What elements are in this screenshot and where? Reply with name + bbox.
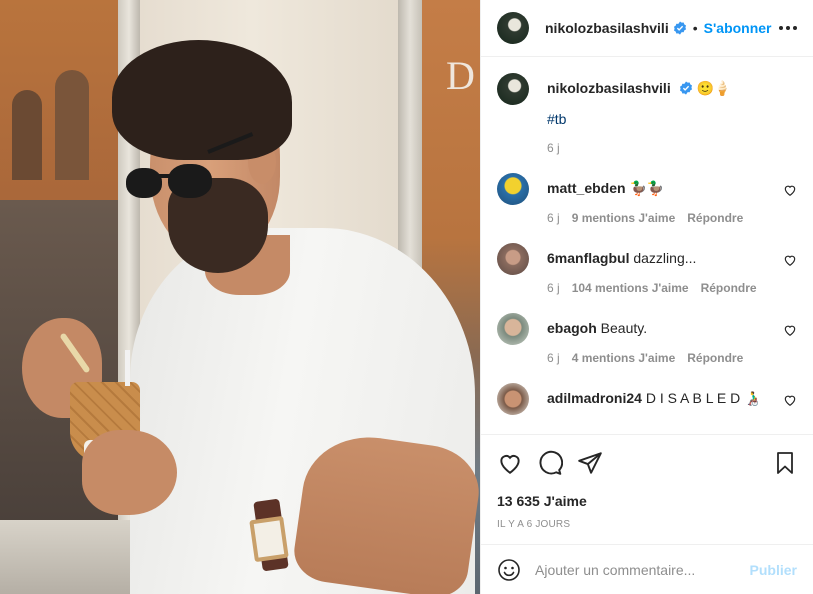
- comment-item: 6manflagbul dazzling... 6 j 104 mentions…: [497, 243, 797, 295]
- more-options-icon[interactable]: [779, 20, 797, 36]
- comment-time[interactable]: 6 j: [547, 351, 560, 365]
- comment-username[interactable]: adilmadroni24: [547, 390, 642, 406]
- avatar[interactable]: [497, 12, 529, 44]
- reply-button[interactable]: Répondre: [687, 351, 743, 365]
- bookmark-icon: [777, 452, 793, 474]
- avatar[interactable]: [497, 313, 529, 345]
- add-comment-bar: Publier: [481, 544, 813, 594]
- reply-button[interactable]: Répondre: [701, 281, 757, 295]
- comment-item: adilmadroni24 D I S A B L E D 👨‍🦽: [497, 383, 797, 415]
- comment-button[interactable]: [537, 450, 563, 476]
- avatar[interactable]: [497, 383, 529, 415]
- comment-text: D I S A B L E D 👨‍🦽: [645, 390, 762, 406]
- post-timestamp[interactable]: IL Y A 6 JOURS: [497, 519, 797, 530]
- comments-list[interactable]: nikolozbasilashvili 🙂🍦 #tb 6 j matt_ebde…: [481, 57, 813, 434]
- caption-hashtag-link[interactable]: #tb: [547, 111, 773, 127]
- comment-likes[interactable]: 9 mentions J'aime: [572, 211, 676, 225]
- comment-username[interactable]: 6manflagbul: [547, 250, 629, 266]
- photo-sunglasses: [126, 168, 162, 198]
- post-caption: nikolozbasilashvili 🙂🍦 #tb 6 j: [497, 73, 797, 155]
- comment-text: 🦆🦆: [629, 180, 665, 196]
- avatar[interactable]: [497, 243, 529, 275]
- header-separator: •: [692, 20, 698, 36]
- comment-text: dazzling...: [633, 250, 697, 266]
- comment-text: Beauty.: [600, 320, 648, 336]
- comment-item: ebagoh Beauty. 6 j 4 mentions J'aime Rép…: [497, 313, 797, 365]
- post-side-panel: nikolozbasilashvili • S'abonner nikolozb…: [480, 0, 813, 594]
- caption-username[interactable]: nikolozbasilashvili: [547, 80, 671, 96]
- header-username[interactable]: nikolozbasilashvili: [545, 20, 669, 36]
- save-button[interactable]: [773, 450, 797, 476]
- heart-icon[interactable]: [783, 393, 797, 407]
- photo-shop-sign-letter: D: [446, 53, 475, 98]
- comment-username[interactable]: ebagoh: [547, 320, 597, 336]
- verified-badge-icon: [673, 21, 686, 35]
- follow-button[interactable]: S'abonner: [704, 20, 772, 36]
- avatar[interactable]: [497, 173, 529, 205]
- like-button[interactable]: [497, 450, 523, 476]
- comment-time[interactable]: 6 j: [547, 211, 560, 225]
- comment-icon: [539, 450, 563, 475]
- instagram-post: D nikolozbasilashvili • S'abonner nikolo…: [0, 0, 813, 594]
- post-actions: 13 635 J'aime IL Y A 6 JOURS: [481, 434, 813, 544]
- post-photo[interactable]: D: [0, 0, 480, 594]
- comment-time[interactable]: 6 j: [547, 281, 560, 295]
- comment-likes[interactable]: 4 mentions J'aime: [572, 351, 676, 365]
- photo-wristwatch: [249, 515, 289, 563]
- emoji-icon: [498, 558, 520, 581]
- comment-likes[interactable]: 104 mentions J'aime: [572, 281, 689, 295]
- heart-icon: [500, 455, 520, 474]
- emoji-button[interactable]: [497, 558, 521, 582]
- publish-button[interactable]: Publier: [750, 562, 797, 578]
- comment-item: matt_ebden 🦆🦆 6 j 9 mentions J'aime Répo…: [497, 173, 797, 225]
- comment-input[interactable]: [535, 561, 750, 578]
- avatar[interactable]: [497, 73, 529, 105]
- caption-timestamp[interactable]: 6 j: [547, 141, 773, 155]
- photo-person-hair: [112, 40, 292, 160]
- reply-button[interactable]: Répondre: [687, 211, 743, 225]
- comment-username[interactable]: matt_ebden: [547, 180, 626, 196]
- share-button[interactable]: [577, 450, 603, 476]
- caption-emojis: 🙂🍦: [696, 80, 732, 96]
- heart-icon[interactable]: [783, 183, 797, 197]
- post-header: nikolozbasilashvili • S'abonner: [481, 0, 813, 57]
- likes-count[interactable]: 13 635 J'aime: [497, 493, 797, 509]
- heart-icon[interactable]: [783, 323, 797, 337]
- heart-icon[interactable]: [783, 253, 797, 267]
- share-icon: [578, 452, 602, 474]
- verified-badge-icon: [679, 81, 692, 95]
